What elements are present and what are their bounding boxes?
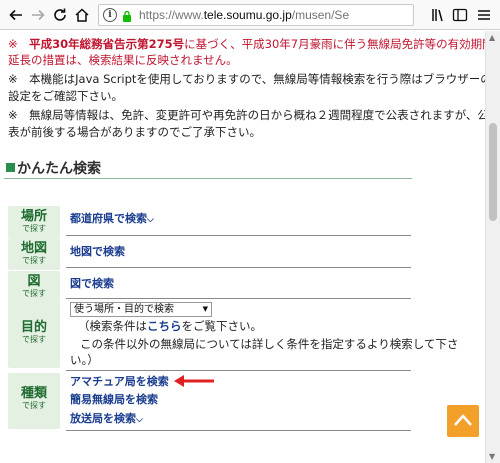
- label-place: 場所 で探す: [8, 206, 60, 238]
- url-bar[interactable]: i https://www.tele.soumu.go.jp/musen/Se: [98, 4, 414, 26]
- notice-line: 設定をご確認下さい。: [8, 89, 123, 103]
- simple-radio-search-link[interactable]: 簡易無線局を検索: [70, 393, 158, 407]
- section-divider: [4, 178, 412, 179]
- scroll-top-icon: [454, 414, 472, 426]
- purpose-note: （検索条件はこちらをご覧下さい。: [78, 319, 262, 333]
- broadcast-station-search-link[interactable]: 放送局を検索⌵: [70, 412, 143, 427]
- scroll-thumb[interactable]: [489, 123, 497, 221]
- vertical-scrollbar[interactable]: ▲ ▼: [485, 31, 500, 463]
- library-icon[interactable]: [431, 7, 447, 23]
- label-purpose: 目的 で探す: [8, 302, 60, 368]
- menu-icon[interactable]: [476, 7, 492, 23]
- chevron-down-icon: ⌵: [147, 215, 154, 225]
- label-figure: 図で探す: [8, 271, 60, 303]
- reload-icon[interactable]: [52, 7, 68, 23]
- forward-icon[interactable]: [30, 7, 46, 23]
- purpose-note: い。）: [70, 353, 99, 367]
- select-caret-icon: ▼: [202, 305, 208, 313]
- red-arrow-icon: [174, 375, 214, 387]
- section-square-icon: [6, 163, 15, 172]
- scroll-down-icon[interactable]: ▼: [489, 452, 495, 461]
- notice-line: ※ 平成30年総務省告示第275号に基づく、平成30年7月豪雨に伴う無線局免許等…: [8, 37, 485, 51]
- section-title: かんたん検索: [6, 160, 101, 178]
- back-icon[interactable]: [8, 7, 24, 23]
- info-icon[interactable]: i: [103, 8, 117, 22]
- notice-line: 延長の措置は、検索結果に反映されません。: [8, 53, 238, 67]
- row-divider: [66, 370, 411, 371]
- conditions-link[interactable]: こちら: [147, 319, 182, 333]
- label-type: 種類 で探す: [8, 373, 60, 429]
- figure-search-link[interactable]: 図で検索: [70, 277, 114, 291]
- notice-line: ※ 無線局等情報は、免許、変更許可や再免許の日から概ね２週間程度で公表されますが…: [8, 108, 485, 122]
- scroll-top-button[interactable]: [447, 405, 479, 437]
- browser-toolbar: i https://www.tele.soumu.go.jp/musen/Se: [0, 0, 500, 30]
- amateur-station-search-link[interactable]: アマチュア局を検索: [70, 375, 169, 389]
- notice-line: 表が前後する場合がありますのでご了承下さい。: [8, 125, 261, 139]
- row-divider: [66, 235, 411, 236]
- notice-line: ※ 本機能はJava Scriptを使用しておりますので、無線局等情報検索を行う…: [8, 72, 485, 86]
- label-map: 地図 で探す: [8, 238, 60, 270]
- sidebar-icon[interactable]: [452, 7, 468, 23]
- url-text: https://www.tele.soumu.go.jp/musen/Se: [139, 8, 350, 22]
- scroll-up-icon[interactable]: ▲: [489, 33, 495, 42]
- row-divider: [66, 298, 411, 299]
- row-divider: [66, 267, 411, 268]
- map-search-link[interactable]: 地図で検索: [70, 245, 125, 259]
- home-icon[interactable]: [74, 7, 90, 23]
- purpose-note: この条件以外の無線局については詳しく条件を指定するより検索して下さ: [80, 337, 459, 351]
- row-divider: [66, 430, 411, 431]
- page-content: ※ 平成30年総務省告示第275号に基づく、平成30年7月豪雨に伴う無線局免許等…: [0, 31, 485, 463]
- prefecture-search-link[interactable]: 都道府県で検索⌵: [70, 212, 154, 227]
- chevron-down-icon: ⌵: [136, 415, 143, 425]
- purpose-select[interactable]: 使う場所・目的で検索 ▼: [70, 302, 212, 317]
- lock-icon[interactable]: [122, 10, 132, 22]
